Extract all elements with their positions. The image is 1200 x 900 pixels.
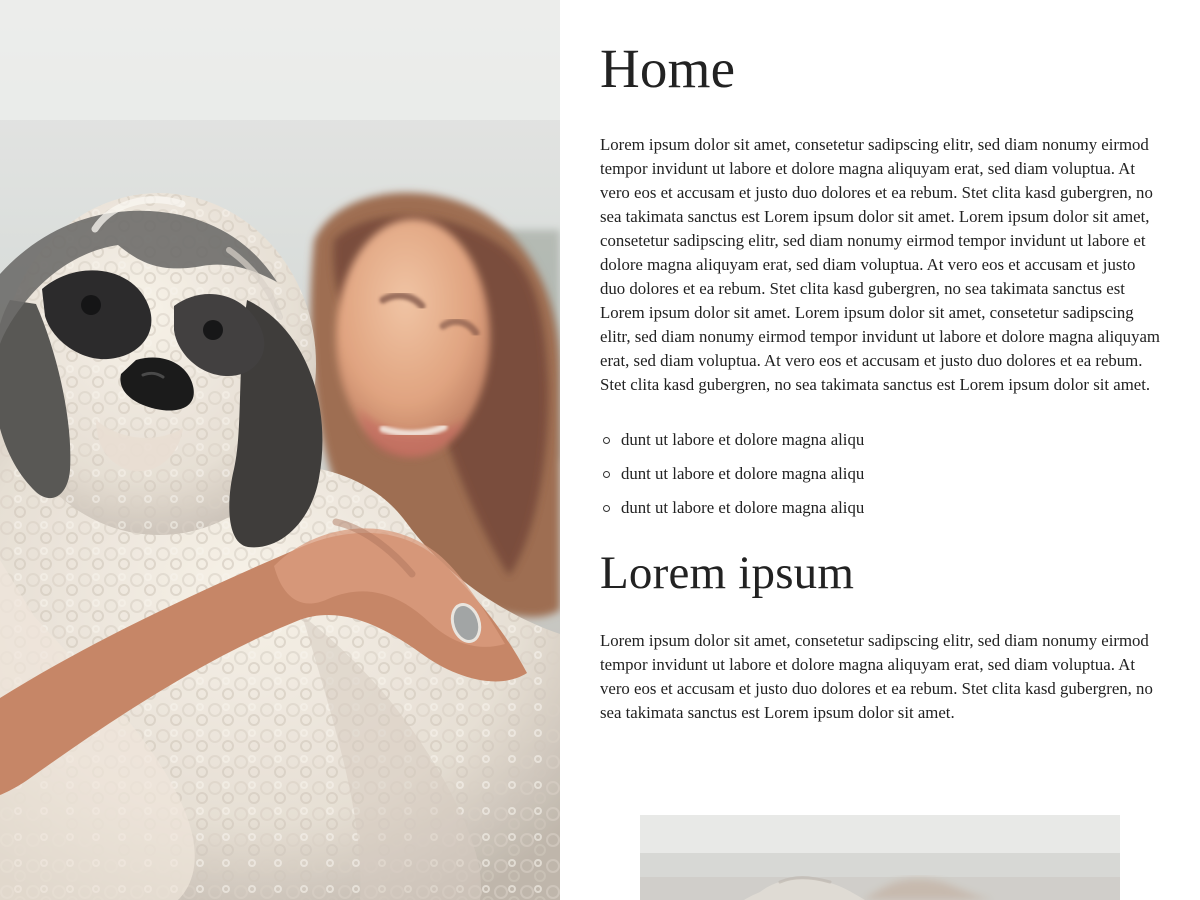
list-item: dunt ut labore et dolore magna aliqu: [603, 491, 1160, 525]
list-item: dunt ut labore et dolore magna aliqu: [603, 423, 1160, 457]
main-content: Home Lorem ipsum dolor sit amet, consete…: [600, 0, 1160, 900]
woman-holding-dog-image: [0, 0, 560, 900]
section-paragraph: Lorem ipsum dolor sit amet, consetetur s…: [600, 631, 1153, 722]
list-item: dunt ut labore et dolore magna aliqu: [603, 457, 1160, 491]
section-title: Lorem ipsum: [600, 547, 855, 599]
page-title: Home: [600, 38, 736, 99]
content-photo-preview: [640, 815, 1120, 900]
hero-photo: [0, 0, 560, 900]
bullet-list: dunt ut labore et dolore magna aliqu dun…: [600, 423, 1160, 525]
dog-photo-preview-image: [640, 815, 1120, 900]
intro-paragraph: Lorem ipsum dolor sit amet, consetetur s…: [600, 135, 1160, 394]
